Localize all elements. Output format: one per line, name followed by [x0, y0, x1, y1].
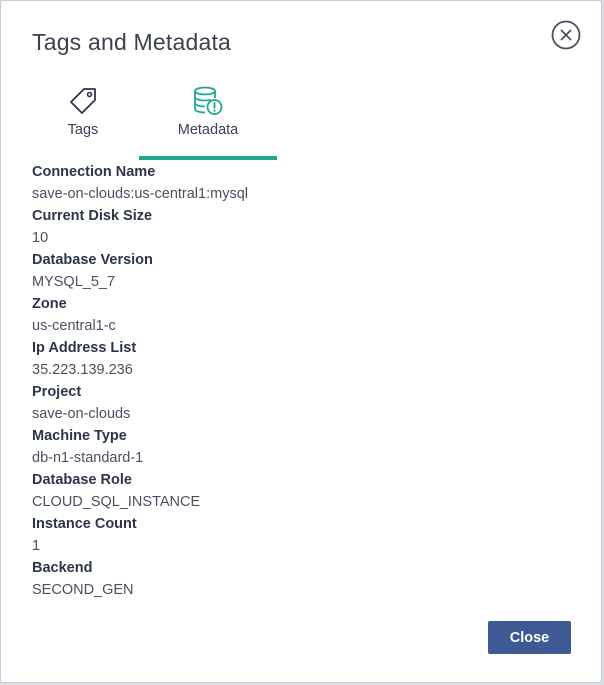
metadata-label: Zone [32, 296, 67, 312]
metadata-label: Machine Type [32, 428, 127, 444]
metadata-value: CLOUD_SQL_INSTANCE [32, 494, 201, 510]
metadata-item: Ip Address List 35.223.139.236 [32, 337, 552, 381]
metadata-label: Backend [32, 560, 93, 576]
close-dialog-button[interactable] [551, 20, 581, 50]
metadata-value: SECOND_GEN [32, 582, 134, 598]
metadata-value: 10 [32, 230, 49, 246]
metadata-item: Current Disk Size 10 [32, 205, 552, 249]
metadata-label: Database Version [32, 252, 153, 268]
metadata-item: Backend SECOND_GEN [32, 557, 552, 601]
tab-metadata[interactable]: Metadata [139, 85, 277, 160]
metadata-item: Instance Count 1 [32, 513, 552, 557]
metadata-value: 1 [32, 538, 41, 554]
tab-metadata-label: Metadata [177, 122, 239, 138]
metadata-item: Project save-on-clouds [32, 381, 552, 425]
dialog-title: Tags and Metadata [32, 29, 232, 55]
close-circle-icon [551, 20, 581, 50]
metadata-value: us-central1-c [32, 318, 116, 334]
tab-bar: Tags Metadata [28, 85, 278, 160]
metadata-label: Instance Count [32, 516, 137, 532]
tab-tags[interactable]: Tags [28, 85, 138, 160]
metadata-value: MYSQL_5_7 [32, 274, 116, 290]
metadata-label: Database Role [32, 472, 132, 488]
metadata-label: Current Disk Size [32, 208, 153, 224]
metadata-value: db-n1-standard-1 [32, 450, 144, 466]
metadata-label: Project [32, 384, 82, 400]
metadata-item: Zone us-central1-c [32, 293, 552, 337]
metadata-label: Ip Address List [32, 340, 137, 356]
active-tab-indicator [139, 156, 277, 160]
metadata-item: Connection Name save-on-clouds:us-centra… [32, 161, 552, 205]
metadata-item: Database Version MYSQL_5_7 [32, 249, 552, 293]
metadata-value: save-on-clouds [32, 406, 131, 422]
metadata-value: 35.223.139.236 [32, 362, 133, 378]
tags-metadata-dialog: Tags and Metadata Tags Metadata Connecti… [0, 0, 602, 683]
metadata-label: Connection Name [32, 164, 156, 180]
tab-tags-label: Tags [67, 122, 99, 138]
metadata-list: Connection Name save-on-clouds:us-centra… [32, 161, 552, 601]
close-button[interactable]: Close [488, 621, 571, 654]
database-alert-icon [194, 86, 223, 115]
metadata-item: Machine Type db-n1-standard-1 [32, 425, 552, 469]
tag-icon [70, 88, 96, 114]
metadata-value: save-on-clouds:us-central1:mysql [32, 186, 248, 202]
metadata-item: Database Role CLOUD_SQL_INSTANCE [32, 469, 552, 513]
